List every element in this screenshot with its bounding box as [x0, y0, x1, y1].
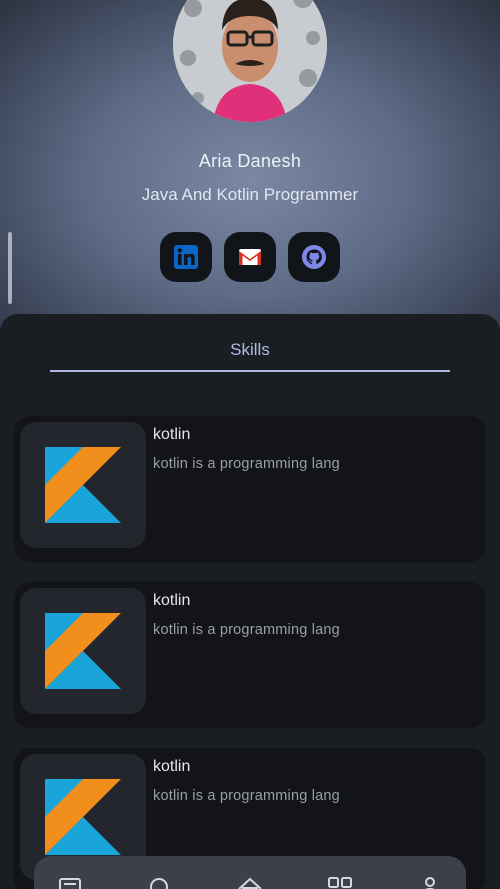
skill-title: kotlin [153, 592, 191, 609]
nav-articles[interactable] [56, 874, 84, 889]
kotlin-logo-icon [45, 779, 121, 855]
nav-profile[interactable] [416, 874, 444, 889]
tab-indicator [50, 370, 450, 372]
tab-skills[interactable]: Skills [50, 340, 450, 372]
gmail-icon [239, 249, 261, 265]
linkedin-button[interactable] [160, 232, 212, 282]
social-links [160, 232, 340, 282]
skill-description: kotlin is a programming lang [153, 456, 340, 472]
profile-title: Java And Kotlin Programmer [141, 185, 359, 204]
nav-grid[interactable] [326, 874, 354, 889]
kotlin-logo-icon [45, 447, 121, 523]
scroll-indicator[interactable] [8, 232, 12, 304]
gmail-button[interactable] [224, 232, 276, 282]
nav-home[interactable] [236, 874, 264, 889]
skill-logo [20, 422, 146, 548]
nav-search[interactable] [146, 874, 174, 889]
skill-card[interactable]: kotlin kotlin is a programming lang [14, 582, 486, 728]
profile-name: Aria Danesh [198, 151, 302, 171]
home-icon [238, 877, 262, 889]
avatar-photo [173, 0, 327, 122]
article-icon [59, 878, 81, 889]
avatar [173, 0, 327, 122]
bottom-navigation [34, 856, 466, 889]
skill-title: kotlin [153, 758, 191, 775]
kotlin-logo-icon [45, 613, 121, 689]
search-icon [150, 878, 168, 889]
github-icon [302, 245, 326, 269]
skills-panel: Skills kotlin kotlin is a programming la… [0, 314, 500, 889]
skill-title: kotlin [153, 426, 191, 443]
skill-card[interactable]: kotlin kotlin is a programming lang [14, 416, 486, 562]
skill-description: kotlin is a programming lang [153, 788, 340, 804]
github-button[interactable] [288, 232, 340, 282]
person-icon [425, 877, 435, 889]
grid-icon [328, 877, 352, 888]
linkedin-icon [174, 245, 198, 269]
skill-description: kotlin is a programming lang [153, 622, 340, 638]
profile-header: Aria Danesh Java And Kotlin Programmer [0, 0, 500, 340]
skill-logo [20, 588, 146, 714]
